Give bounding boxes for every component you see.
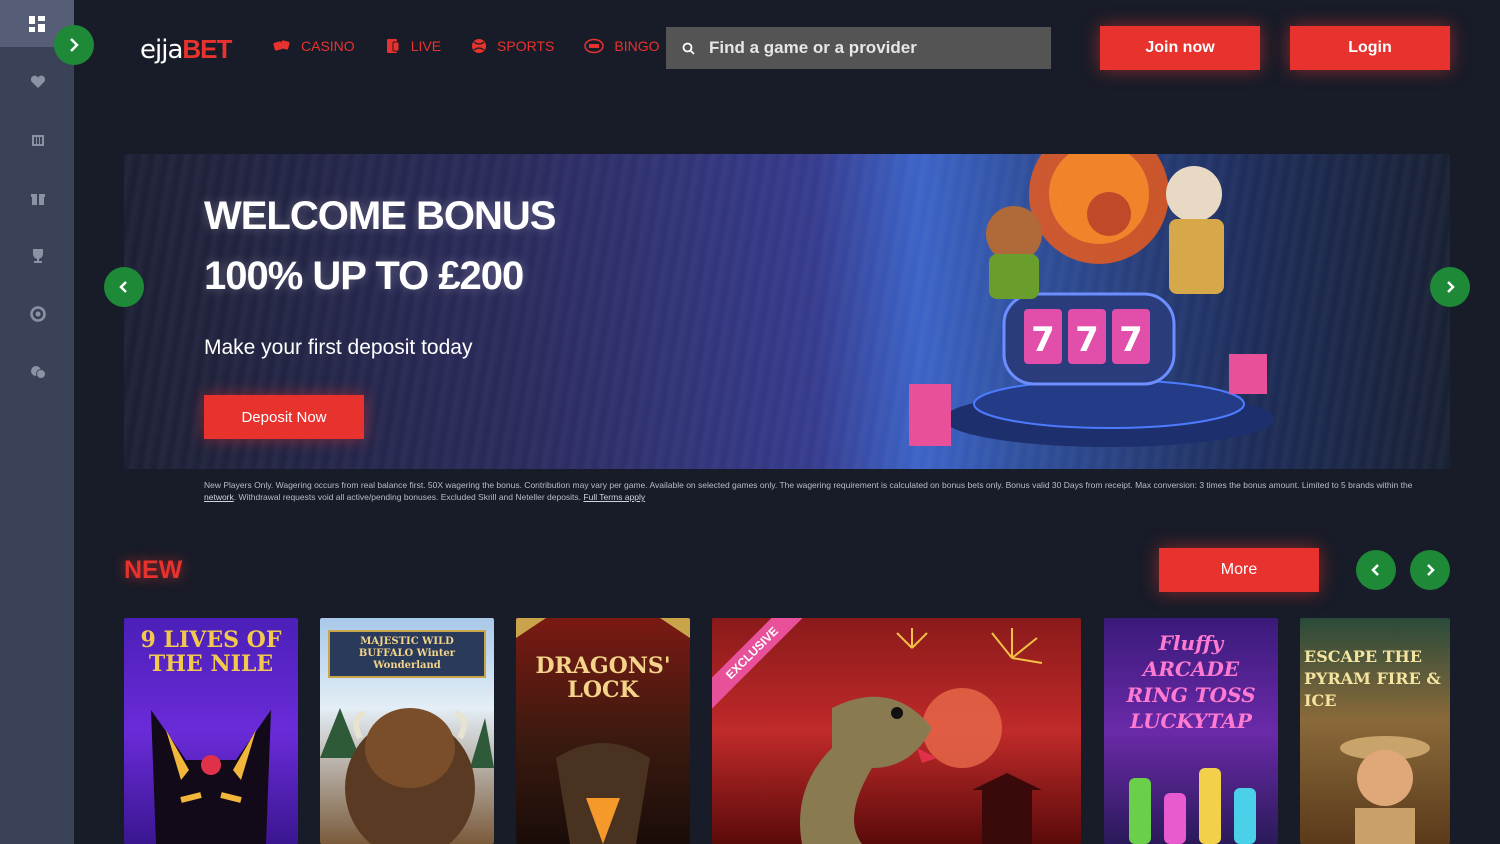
new-section-title: NEW	[124, 556, 183, 584]
page-root: ejjaBET CASINO LIVE SPORTS BINGO Find a …	[0, 0, 1500, 844]
support-icon	[30, 306, 46, 322]
nav-bingo[interactable]: BINGO	[584, 38, 659, 54]
ball-icon	[472, 39, 487, 53]
cards-icon	[386, 39, 400, 53]
chevron-right-icon	[1427, 564, 1435, 576]
support-button[interactable]	[27, 303, 49, 325]
nav-bingo-label: BINGO	[614, 38, 660, 54]
svg-text:7: 7	[1031, 320, 1055, 360]
logo-part2: BET	[182, 34, 232, 64]
logo[interactable]: ejjaBET	[140, 34, 232, 65]
welcome-banner[interactable]: WELCOME BONUS 100% UP TO £200 Make your …	[124, 154, 1450, 469]
game-title: ESCAPE THE PYRAM FIRE & ICE	[1304, 647, 1441, 710]
game-art	[151, 710, 271, 844]
nav-sports-label: SPORTS	[497, 38, 555, 54]
search-placeholder: Find a game or a provider	[709, 38, 917, 57]
grid-icon	[29, 15, 45, 32]
banner-title-line1: WELCOME BONUS	[204, 194, 556, 238]
game-tile[interactable]: DRAGONS' LOCK	[516, 618, 690, 844]
banner-title-line2: 100% UP TO £200	[204, 254, 524, 298]
game-art	[516, 618, 690, 844]
chevron-left-icon	[119, 281, 127, 293]
terms-text-2: . Withdrawal requests void all active/pe…	[233, 492, 584, 502]
game-title: Fluffy ARCADE RING TOSS LUCKYTAP	[1126, 631, 1256, 733]
banner-subtitle: Make your first deposit today	[204, 336, 473, 359]
game-art	[1340, 736, 1430, 844]
chat-icon	[31, 366, 46, 379]
game-title: 9 LIVES OF THE NILE	[140, 627, 282, 677]
sidebar	[0, 0, 74, 844]
nav-sports[interactable]: SPORTS	[471, 38, 554, 54]
gift-icon	[31, 194, 45, 205]
search-icon	[682, 42, 695, 55]
banner-prev-button[interactable]	[104, 267, 144, 307]
nav-live-label: LIVE	[410, 38, 442, 54]
svg-text:7: 7	[1119, 320, 1143, 360]
chevron-right-icon	[70, 38, 79, 52]
deposit-now-button[interactable]: Deposit Now	[204, 395, 364, 439]
chat-button[interactable]	[27, 361, 49, 383]
bonus-terms: New Players Only. Wagering occurs from r…	[204, 479, 1414, 503]
bank-icon	[32, 135, 44, 146]
trophy-icon	[33, 249, 43, 263]
game-title: MAJESTIC WILD BUFFALO Winter Wonderland	[328, 630, 486, 678]
game-tile[interactable]: ESCAPE THE PYRAM FIRE & ICE	[1300, 618, 1450, 844]
terms-text: New Players Only. Wagering occurs from r…	[204, 480, 1413, 490]
game-art	[1129, 768, 1256, 844]
banner-next-button[interactable]	[1430, 267, 1470, 307]
logo-part1: ejja	[140, 35, 183, 65]
search-input[interactable]: Find a game or a provider	[666, 27, 1051, 69]
banner-slot-artwork: 7 7 7	[909, 154, 1274, 447]
nav-casino[interactable]: CASINO	[273, 38, 355, 54]
game-art	[320, 708, 494, 844]
game-art	[800, 628, 1043, 844]
header: ejjaBET CASINO LIVE SPORTS BINGO Find a …	[74, 0, 1500, 96]
tournaments-button[interactable]	[27, 245, 49, 267]
dice-icon	[273, 40, 290, 51]
favorites-button[interactable]	[27, 71, 49, 93]
heart-icon	[30, 75, 46, 88]
nav-live[interactable]: LIVE	[385, 38, 441, 54]
sidebar-expand-button[interactable]	[54, 25, 94, 65]
bingo-icon	[584, 38, 605, 54]
game-tile[interactable]: Fluffy ARCADE RING TOSS LUCKYTAP	[1104, 618, 1278, 844]
terms-network-link[interactable]: network	[204, 492, 234, 502]
login-button[interactable]: Login	[1290, 26, 1450, 70]
join-now-button[interactable]: Join now	[1100, 26, 1260, 70]
chevron-left-icon	[1371, 564, 1379, 576]
cashier-button[interactable]	[27, 129, 49, 151]
game-tile[interactable]: 9 LIVES OF THE NILE	[124, 618, 298, 844]
full-terms-link[interactable]: Full Terms apply	[583, 492, 645, 502]
chevron-right-icon	[1447, 281, 1455, 293]
nav-casino-label: CASINO	[301, 38, 355, 54]
more-button[interactable]: More	[1159, 548, 1319, 592]
game-tile-featured[interactable]: EXCLUSIVE	[712, 618, 1081, 844]
game-tile[interactable]: MAJESTIC WILD BUFFALO Winter Wonderland	[320, 618, 494, 844]
promotions-button[interactable]	[27, 187, 49, 209]
svg-text:7: 7	[1075, 320, 1099, 360]
new-next-button[interactable]	[1410, 550, 1450, 590]
new-prev-button[interactable]	[1356, 550, 1396, 590]
main-nav: CASINO LIVE SPORTS BINGO	[273, 38, 659, 54]
